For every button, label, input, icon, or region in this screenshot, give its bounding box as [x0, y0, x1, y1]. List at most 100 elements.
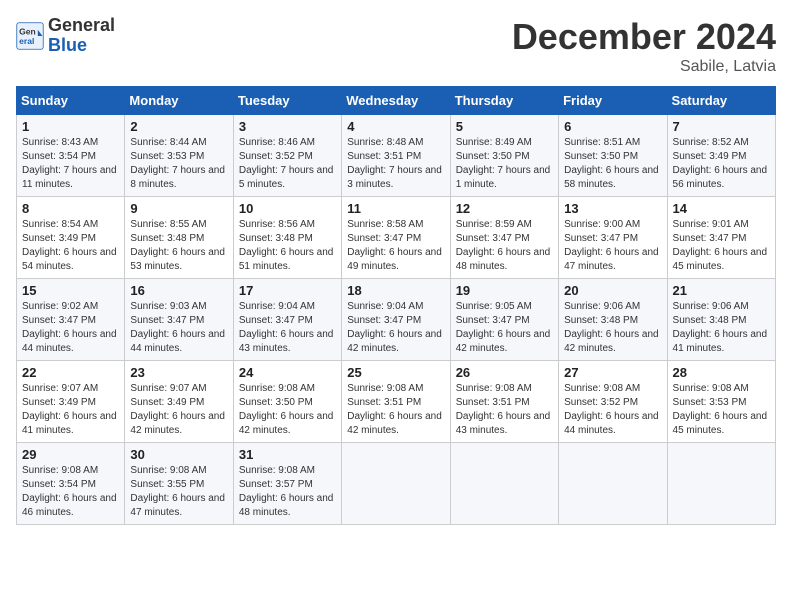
day-number: 26	[456, 365, 553, 380]
day-info: Sunrise: 9:08 AMSunset: 3:53 PMDaylight:…	[673, 382, 770, 438]
calendar-day-cell: 23Sunrise: 9:07 AMSunset: 3:49 PMDayligh…	[125, 361, 233, 443]
column-header-monday: Monday	[125, 87, 233, 115]
calendar-day-cell: 27 Sunrise: 9:08 AMSunset: 3:52 PMDayligh…	[559, 361, 667, 443]
column-header-thursday: Thursday	[450, 87, 558, 115]
day-number: 19	[456, 283, 553, 298]
day-number: 28	[673, 365, 770, 380]
day-number: 24	[239, 365, 336, 380]
day-info: Sunrise: 9:07 AMSunset: 3:49 PMDaylight:…	[130, 382, 227, 438]
day-info: Sunrise: 9:03 AMSunset: 3:47 PMDaylight:…	[130, 300, 227, 356]
day-number: 6	[564, 119, 661, 134]
day-info: Sunrise: 9:00 AMSunset: 3:47 PMDaylight:…	[564, 218, 661, 274]
day-number: 3	[239, 119, 336, 134]
location-subtitle: Sabile, Latvia	[512, 58, 776, 76]
calendar-week-row: 29 Sunrise: 9:08 AMSunset: 3:54 PMDayligh…	[17, 443, 776, 525]
day-info: Sunrise: 9:02 AMSunset: 3:47 PMDaylight:…	[22, 300, 119, 356]
calendar-empty-cell	[667, 443, 775, 525]
day-info: Sunrise: 9:08 AMSunset: 3:51 PMDaylight:…	[347, 382, 444, 438]
day-number: 17	[239, 283, 336, 298]
day-info: Sunrise: 9:08 AMSunset: 3:51 PMDaylight:…	[456, 382, 553, 438]
calendar-day-cell: 31 Sunrise: 9:08 AMSunset: 3:57 PMDayligh…	[233, 443, 341, 525]
month-title: December 2024	[512, 16, 776, 58]
day-info: Sunrise: 9:04 AMSunset: 3:47 PMDaylight:…	[347, 300, 444, 356]
column-header-tuesday: Tuesday	[233, 87, 341, 115]
day-number: 31	[239, 447, 336, 462]
day-info: Sunrise: 9:01 AMSunset: 3:47 PMDaylight:…	[673, 218, 770, 274]
day-number: 13	[564, 201, 661, 216]
calendar-day-cell: 28 Sunrise: 9:08 AMSunset: 3:53 PMDayligh…	[667, 361, 775, 443]
calendar-day-cell: 19 Sunrise: 9:05 AMSunset: 3:47 PMDayligh…	[450, 279, 558, 361]
calendar-week-row: 1Sunrise: 8:43 AMSunset: 3:54 PMDaylight…	[17, 115, 776, 197]
day-number: 21	[673, 283, 770, 298]
day-info: Sunrise: 9:06 AMSunset: 3:48 PMDaylight:…	[673, 300, 770, 356]
day-info: Sunrise: 9:08 AMSunset: 3:54 PMDaylight:…	[22, 464, 119, 520]
svg-text:Gen: Gen	[19, 26, 36, 36]
calendar-day-cell: 4 Sunrise: 8:48 AMSunset: 3:51 PMDaylight…	[342, 115, 450, 197]
calendar-day-cell: 9 Sunrise: 8:55 AMSunset: 3:48 PMDaylight…	[125, 197, 233, 279]
calendar-day-cell: 15 Sunrise: 9:02 AMSunset: 3:47 PMDayligh…	[17, 279, 125, 361]
day-number: 14	[673, 201, 770, 216]
calendar-day-cell: 17Sunrise: 9:04 AMSunset: 3:47 PMDayligh…	[233, 279, 341, 361]
day-number: 9	[130, 201, 227, 216]
calendar-day-cell: 8Sunrise: 8:54 AMSunset: 3:49 PMDaylight…	[17, 197, 125, 279]
calendar-day-cell: 22Sunrise: 9:07 AMSunset: 3:49 PMDayligh…	[17, 361, 125, 443]
logo: Gen eral General Blue	[16, 16, 115, 56]
logo-text-line2: Blue	[48, 36, 115, 56]
calendar-day-cell: 13 Sunrise: 9:00 AMSunset: 3:47 PMDayligh…	[559, 197, 667, 279]
day-info: Sunrise: 9:08 AMSunset: 3:50 PMDaylight:…	[239, 382, 336, 438]
column-header-sunday: Sunday	[17, 87, 125, 115]
day-number: 20	[564, 283, 661, 298]
calendar-header-row: SundayMondayTuesdayWednesdayThursdayFrid…	[17, 87, 776, 115]
calendar-day-cell: 14 Sunrise: 9:01 AMSunset: 3:47 PMDayligh…	[667, 197, 775, 279]
day-info: Sunrise: 8:51 AMSunset: 3:50 PMDaylight:…	[564, 136, 661, 192]
day-number: 15	[22, 283, 119, 298]
day-info: Sunrise: 8:58 AMSunset: 3:47 PMDaylight:…	[347, 218, 444, 274]
day-number: 29	[22, 447, 119, 462]
day-info: Sunrise: 8:54 AMSunset: 3:49 PMDaylight:…	[22, 218, 119, 274]
day-info: Sunrise: 8:55 AMSunset: 3:48 PMDaylight:…	[130, 218, 227, 274]
day-info: Sunrise: 9:07 AMSunset: 3:49 PMDaylight:…	[22, 382, 119, 438]
calendar-day-cell: 30Sunrise: 9:08 AMSunset: 3:55 PMDayligh…	[125, 443, 233, 525]
calendar-day-cell: 20 Sunrise: 9:06 AMSunset: 3:48 PMDayligh…	[559, 279, 667, 361]
day-number: 18	[347, 283, 444, 298]
day-number: 4	[347, 119, 444, 134]
calendar-day-cell: 25 Sunrise: 9:08 AMSunset: 3:51 PMDayligh…	[342, 361, 450, 443]
day-info: Sunrise: 9:08 AMSunset: 3:55 PMDaylight:…	[130, 464, 227, 520]
day-info: Sunrise: 9:08 AMSunset: 3:52 PMDaylight:…	[564, 382, 661, 438]
calendar-day-cell: 5 Sunrise: 8:49 AMSunset: 3:50 PMDaylight…	[450, 115, 558, 197]
day-number: 7	[673, 119, 770, 134]
day-info: Sunrise: 9:06 AMSunset: 3:48 PMDaylight:…	[564, 300, 661, 356]
day-number: 27	[564, 365, 661, 380]
day-number: 12	[456, 201, 553, 216]
day-info: Sunrise: 9:05 AMSunset: 3:47 PMDaylight:…	[456, 300, 553, 356]
day-number: 1	[22, 119, 119, 134]
calendar-day-cell: 2Sunrise: 8:44 AMSunset: 3:53 PMDaylight…	[125, 115, 233, 197]
calendar-day-cell: 10Sunrise: 8:56 AMSunset: 3:48 PMDayligh…	[233, 197, 341, 279]
day-number: 25	[347, 365, 444, 380]
svg-text:eral: eral	[19, 36, 34, 46]
day-number: 5	[456, 119, 553, 134]
day-number: 16	[130, 283, 227, 298]
calendar-day-cell: 12 Sunrise: 8:59 AMSunset: 3:47 PMDayligh…	[450, 197, 558, 279]
day-info: Sunrise: 8:56 AMSunset: 3:48 PMDaylight:…	[239, 218, 336, 274]
day-info: Sunrise: 8:59 AMSunset: 3:47 PMDaylight:…	[456, 218, 553, 274]
calendar-day-cell: 1Sunrise: 8:43 AMSunset: 3:54 PMDaylight…	[17, 115, 125, 197]
calendar-week-row: 8Sunrise: 8:54 AMSunset: 3:49 PMDaylight…	[17, 197, 776, 279]
calendar-week-row: 15 Sunrise: 9:02 AMSunset: 3:47 PMDayligh…	[17, 279, 776, 361]
day-number: 11	[347, 201, 444, 216]
calendar-day-cell: 3 Sunrise: 8:46 AMSunset: 3:52 PMDaylight…	[233, 115, 341, 197]
calendar-day-cell: 18 Sunrise: 9:04 AMSunset: 3:47 PMDayligh…	[342, 279, 450, 361]
calendar-day-cell: 24 Sunrise: 9:08 AMSunset: 3:50 PMDayligh…	[233, 361, 341, 443]
page-header: Gen eral General Blue December 2024 Sabi…	[16, 16, 776, 76]
day-info: Sunrise: 9:08 AMSunset: 3:57 PMDaylight:…	[239, 464, 336, 520]
calendar-day-cell: 16 Sunrise: 9:03 AMSunset: 3:47 PMDayligh…	[125, 279, 233, 361]
day-info: Sunrise: 8:46 AMSunset: 3:52 PMDaylight:…	[239, 136, 336, 192]
column-header-friday: Friday	[559, 87, 667, 115]
calendar-empty-cell	[342, 443, 450, 525]
day-info: Sunrise: 8:48 AMSunset: 3:51 PMDaylight:…	[347, 136, 444, 192]
calendar-day-cell: 26 Sunrise: 9:08 AMSunset: 3:51 PMDayligh…	[450, 361, 558, 443]
calendar-day-cell: 29 Sunrise: 9:08 AMSunset: 3:54 PMDayligh…	[17, 443, 125, 525]
day-info: Sunrise: 8:49 AMSunset: 3:50 PMDaylight:…	[456, 136, 553, 192]
title-area: December 2024 Sabile, Latvia	[512, 16, 776, 76]
column-header-wednesday: Wednesday	[342, 87, 450, 115]
